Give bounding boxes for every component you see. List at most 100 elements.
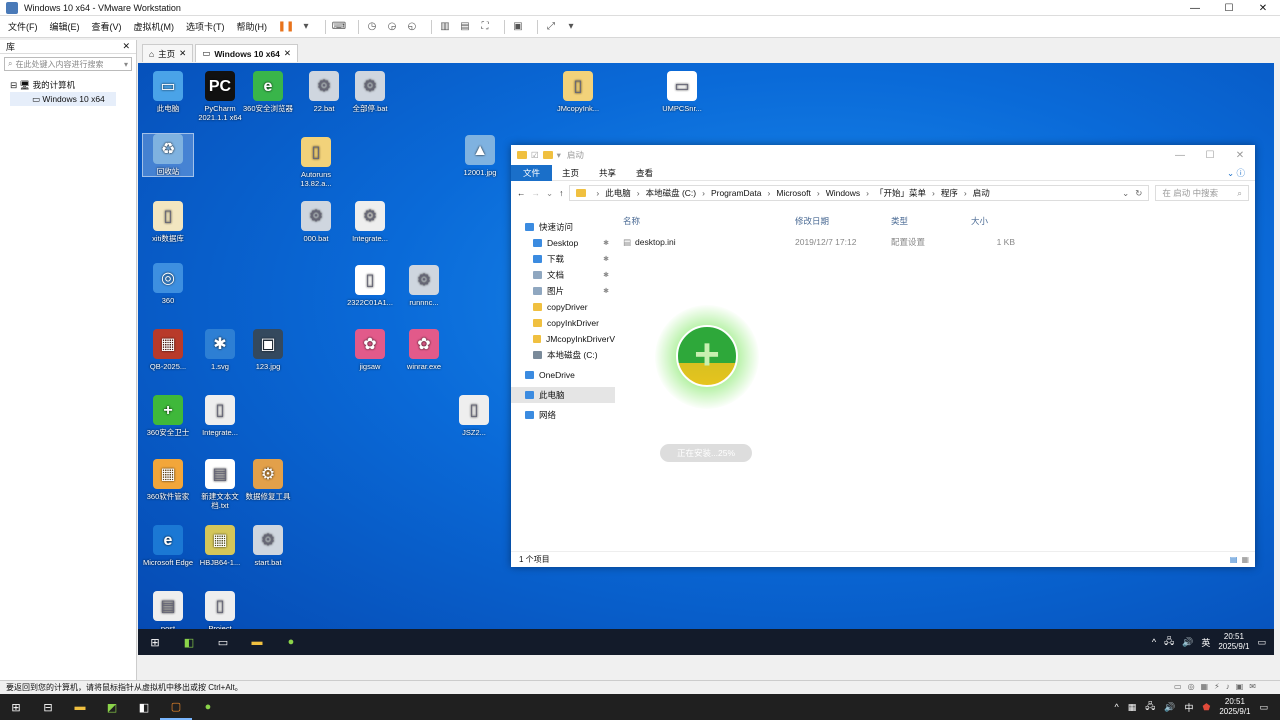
desktop-icon[interactable]: PC PyCharm 2021.1.1 x64 [194, 71, 246, 122]
quick-access-toolbar-icon[interactable]: ☑ [531, 150, 539, 161]
minimize-button[interactable]: — [1178, 0, 1212, 16]
menu-file[interactable]: 文件(F) [8, 20, 38, 33]
network-adapter-icon[interactable]: ▦ [1201, 682, 1209, 691]
breadcrumb-item[interactable]: Windows [826, 188, 860, 198]
pause-icon[interactable]: ❚❚ [278, 20, 295, 34]
desktop-icon[interactable]: +360安全卫士 [142, 395, 194, 437]
security-tray-icon[interactable]: ⬟ [1203, 702, 1211, 713]
nav-item[interactable]: Desktop ✱ [511, 235, 615, 251]
desktop-icon[interactable]: ✿ jigsaw [344, 329, 396, 371]
new-folder-icon[interactable] [542, 151, 553, 159]
desktop-icon[interactable]: e Microsoft Edge [142, 525, 194, 567]
breadcrumb-item[interactable]: ProgramData [711, 188, 762, 198]
desktop-icon[interactable]: ⚙ runnnc... [398, 265, 450, 307]
pin-icon[interactable]: ✱ [603, 287, 609, 295]
desktop-icon[interactable]: ▯ Autoruns 13.82.a... [290, 137, 342, 188]
volume-icon[interactable]: 🔊 [1164, 702, 1175, 713]
network-icon[interactable]: 🖧 [1145, 699, 1155, 715]
desktop-icon[interactable]: ⚙ 数据修复工具 [242, 459, 294, 501]
desktop-icon[interactable]: ◎ 360 [142, 263, 194, 305]
chevron-up-icon[interactable]: ^ [1114, 702, 1118, 712]
nav-item[interactable]: copyDriver [511, 299, 615, 315]
pycharm-taskbar-icon[interactable]: ◧ [128, 694, 160, 720]
nav-item[interactable]: JMcopyInkDriverV [511, 331, 615, 347]
menu-view[interactable]: 查看(V) [92, 20, 122, 33]
nav-item[interactable]: OneDrive [511, 367, 615, 383]
pycharm-taskbar-icon[interactable]: ◧ [172, 629, 206, 655]
vmware-taskbar-icon[interactable]: ▢ [160, 694, 192, 720]
large-icons-view-icon[interactable]: ▦ [1241, 555, 1249, 564]
recent-icon[interactable]: ⌄ [546, 188, 553, 199]
desktop-icon[interactable]: ▯ JSZ2... [448, 395, 500, 437]
library-view-icon[interactable]: ▥ [438, 20, 452, 34]
notification-icon[interactable]: ▭ [1257, 637, 1266, 648]
menu-vm[interactable]: 虚拟机(M) [134, 20, 175, 33]
ribbon-tab-view[interactable]: 查看 [626, 165, 663, 181]
close-button[interactable]: ✕ [1225, 145, 1255, 165]
breadcrumb-item[interactable]: 本地磁盘 (C:) [646, 187, 697, 199]
tab-home[interactable]: ⌂ 主页 ✕ [142, 44, 194, 62]
desktop-icon[interactable]: ✿ winrar.exe [398, 329, 450, 371]
tray-app-icon[interactable]: ▦ [1128, 702, 1137, 713]
chevron-down-icon[interactable]: ▾ [124, 60, 128, 69]
cd-icon[interactable]: ◎ [1188, 682, 1195, 691]
desktop-icon[interactable]: ⚙ 全部停.bat [344, 71, 396, 113]
menu-edit[interactable]: 编辑(E) [50, 20, 80, 33]
desktop-icon[interactable]: ▦ 360软件管家 [142, 459, 194, 501]
close-tab-icon[interactable]: ✕ [179, 48, 186, 59]
task-view-icon[interactable]: ⊟ [32, 694, 64, 720]
desktop-icon[interactable]: ▯ xiti数据库 [142, 201, 194, 243]
breadcrumb-item[interactable]: 此电脑 [605, 187, 631, 199]
app-taskbar-icon[interactable]: ◩ [96, 694, 128, 720]
nav-item[interactable]: 此电脑 [511, 387, 615, 403]
explorer-search-input[interactable]: 在 启动 中搜索 ⌕ [1155, 185, 1249, 201]
desktop-icon[interactable]: ▯Project [194, 591, 246, 633]
tab-windows10[interactable]: ▭ Windows 10 x64 ✕ [195, 44, 299, 62]
desktop-icon[interactable]: ▯ JMcopyInk... [552, 71, 604, 113]
breadcrumb-item[interactable]: 启动 [973, 187, 990, 199]
desktop-icon[interactable]: ⚙ start.bat [242, 525, 294, 567]
chevron-up-icon[interactable]: ^ [1152, 637, 1156, 647]
display-icon[interactable]: ▣ [1236, 682, 1244, 691]
nav-item[interactable]: 下载 ✱ [511, 251, 615, 267]
ime-indicator[interactable]: 中 [1185, 701, 1194, 714]
menu-help[interactable]: 帮助(H) [237, 20, 268, 33]
desktop-icon[interactable]: ▯ Integrate... [194, 395, 246, 437]
desktop-icon[interactable]: ⚙ 22.bat [298, 71, 350, 113]
usb-icon[interactable]: ⚡ [1214, 682, 1220, 691]
pin-icon[interactable]: ✱ [603, 255, 609, 263]
desktop-icon[interactable]: ▲ 12001.jpg [454, 135, 506, 177]
up-icon[interactable]: ↑ [559, 188, 563, 198]
ribbon-tab-file[interactable]: 文件 [511, 164, 553, 181]
maximize-button[interactable]: ☐ [1195, 145, 1225, 165]
desktop-icon[interactable]: ▣ 123.jpg [242, 329, 294, 371]
windows-start-icon[interactable]: ⊞ [0, 694, 32, 720]
messages-icon[interactable]: ✉ [1249, 682, 1256, 691]
column-header-size[interactable]: 大小 [971, 215, 1031, 227]
menu-tabs[interactable]: 选项卡(T) [186, 20, 225, 33]
file-explorer-taskbar-icon[interactable]: ▬ [64, 694, 96, 720]
snapshot-manager-icon[interactable]: ◵ [405, 20, 419, 34]
windows-start-icon[interactable]: ⊞ [138, 629, 172, 655]
revert-snapshot-icon[interactable]: ◶ [385, 20, 399, 34]
send-ctrl-alt-del-icon[interactable]: ⌨ [332, 20, 346, 34]
forward-icon[interactable]: → [532, 188, 541, 198]
nav-item[interactable]: 图片 ✱ [511, 283, 615, 299]
desktop-icon[interactable]: ▭ 此电脑 [142, 71, 194, 113]
chevron-down-icon[interactable]: ⌄ [1122, 188, 1129, 199]
nav-item[interactable]: 网络 [511, 407, 615, 423]
address-bar[interactable]: › 此电脑 › 本地磁盘 (C:) › ProgramData › Micros… [569, 185, 1150, 201]
customize-toolbar-icon[interactable]: ▾ [557, 150, 561, 161]
nav-item[interactable]: 快速访问 [511, 219, 615, 235]
close-tab-icon[interactable]: ✕ [284, 48, 291, 59]
column-header-name[interactable]: 名称 [623, 215, 795, 227]
installer-taskbar-icon[interactable]: ● [192, 694, 224, 720]
nav-item[interactable]: copyInkDriver [511, 315, 615, 331]
console-icon[interactable]: ▣ [511, 20, 525, 34]
tree-item-my-computer[interactable]: ⊟ 🖥 我的计算机 [10, 78, 136, 92]
desktop-icon[interactable]: ✱ 1.svg [194, 329, 246, 371]
app-taskbar-icon[interactable]: ▭ [206, 629, 240, 655]
desktop-icon[interactable]: ▭ UMPCSnr... [656, 71, 708, 113]
hdd-icon[interactable]: ▭ [1174, 682, 1182, 691]
pin-icon[interactable]: ✱ [603, 271, 609, 279]
